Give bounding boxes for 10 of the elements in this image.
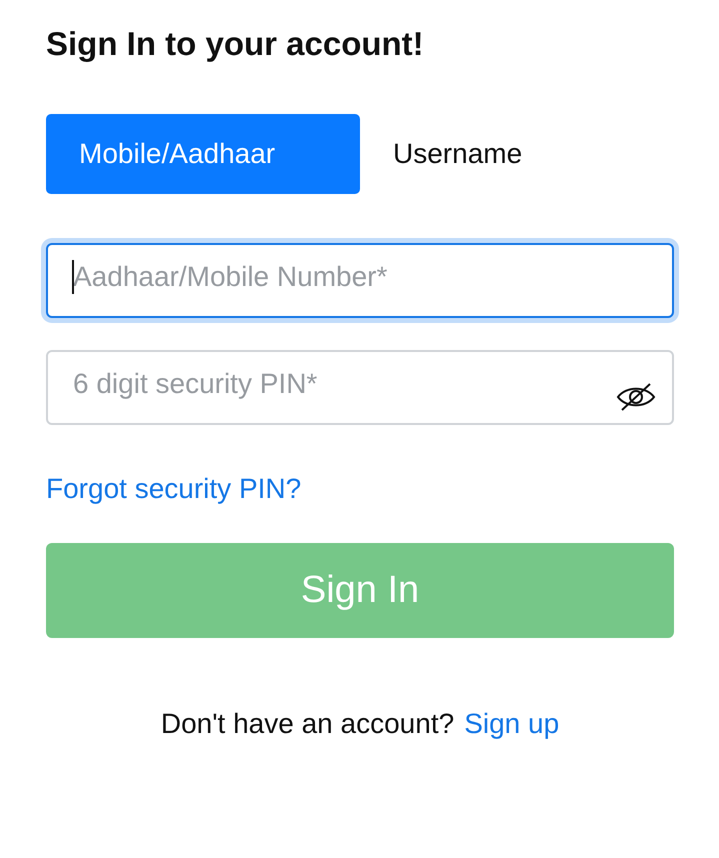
tab[interactable]: Username (360, 114, 674, 194)
no-account-text: Don't have an account? (160, 708, 454, 740)
hidden-eye-icon[interactable] (616, 382, 656, 412)
sign-up-link[interactable]: Sign up (464, 708, 560, 740)
page-title: Sign In to your account! (46, 24, 425, 64)
forgot-pin-link[interactable]: Forgot security PIN? (46, 473, 302, 505)
pin-field[interactable]: 6 digit security PIN* (46, 350, 674, 425)
tab[interactable]: Mobile/Aadhaar (46, 114, 360, 194)
input-field[interactable]: Aadhaar/Mobile Number* (46, 243, 674, 318)
text-cursor (72, 260, 74, 294)
